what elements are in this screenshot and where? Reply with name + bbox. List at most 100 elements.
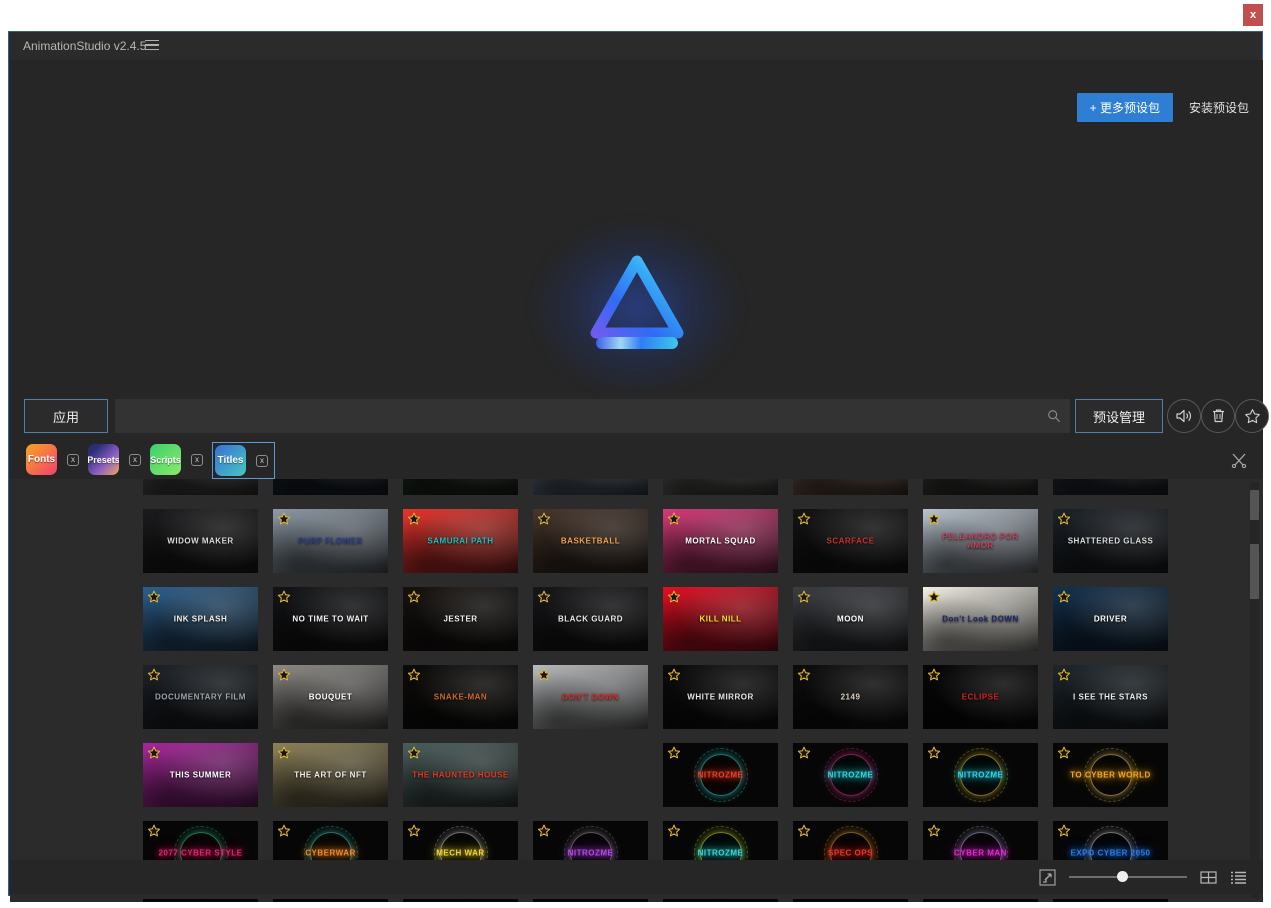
favorite-star-icon[interactable]: [797, 512, 811, 526]
preset-thumbnail[interactable]: PURP FLOWER: [273, 509, 388, 573]
tab-titles-thumb[interactable]: Titles: [215, 445, 246, 476]
preset-thumbnail[interactable]: [533, 743, 648, 807]
more-presets-button[interactable]: + 更多预设包: [1076, 93, 1173, 122]
tab-fonts[interactable]: Fonts x: [26, 444, 79, 475]
favorite-star-icon[interactable]: [927, 590, 941, 604]
close-button[interactable]: x: [1243, 4, 1263, 26]
preset-thumbnail[interactable]: NITROZME: [923, 743, 1038, 807]
preset-manager-button[interactable]: 预设管理: [1075, 399, 1163, 433]
favorite-star-icon[interactable]: [407, 668, 421, 682]
favorite-star-icon[interactable]: [407, 512, 421, 526]
favorite-star-icon[interactable]: [667, 746, 681, 760]
favorite-star-icon[interactable]: [147, 824, 161, 838]
tab-fonts-thumb[interactable]: Fonts: [26, 444, 57, 475]
preset-thumbnail[interactable]: DOCUMENTARY FILM: [143, 665, 258, 729]
grid-scrollbar-thumb-secondary[interactable]: [1250, 544, 1259, 599]
favorite-star-icon[interactable]: [1057, 512, 1071, 526]
favorite-star-icon[interactable]: [407, 824, 421, 838]
favorite-star-icon[interactable]: [537, 512, 551, 526]
preset-thumbnail[interactable]: SHATTERED GLASS: [1053, 509, 1168, 573]
sound-icon[interactable]: [1167, 399, 1201, 433]
preset-thumbnail[interactable]: WHITE MIRROR: [663, 665, 778, 729]
favorite-star-icon[interactable]: [797, 824, 811, 838]
preset-thumbnail[interactable]: DARK VENGEANCE: [533, 479, 648, 495]
preset-thumbnail[interactable]: [273, 479, 388, 495]
favorite-star-icon[interactable]: [277, 590, 291, 604]
preset-thumbnail[interactable]: LUNCH CRIME: [923, 479, 1038, 495]
hamburger-menu-icon[interactable]: [145, 38, 159, 52]
favorite-star-icon[interactable]: [667, 668, 681, 682]
tools-scissors-icon[interactable]: [1231, 452, 1247, 468]
preset-thumbnail[interactable]: THE HAUNTED HOUSE: [403, 743, 518, 807]
favorite-star-icon[interactable]: [277, 824, 291, 838]
favorite-star-icon[interactable]: [1057, 668, 1071, 682]
favorite-star-icon[interactable]: [537, 668, 551, 682]
preset-thumbnail[interactable]: NITROZME: [143, 899, 258, 902]
preset-thumbnail[interactable]: BASKETBALL: [533, 509, 648, 573]
favorite-star-icon[interactable]: [537, 824, 551, 838]
favorite-star-icon[interactable]: [1057, 590, 1071, 604]
favorite-star-icon[interactable]: [147, 746, 161, 760]
tab-scripts-thumb[interactable]: Scripts: [150, 444, 181, 475]
preset-thumbnail[interactable]: NITROS: [663, 899, 778, 902]
favorite-star-icon[interactable]: [407, 590, 421, 604]
grid-scrollbar-thumb[interactable]: [1250, 490, 1259, 520]
preset-thumbnail[interactable]: PELEANDRO POR AMOR: [923, 509, 1038, 573]
tab-scripts-close[interactable]: x: [191, 453, 203, 466]
tab-presets-close[interactable]: x: [129, 453, 141, 466]
search-input[interactable]: [115, 399, 1070, 433]
grid-scrollbar[interactable]: [1250, 482, 1259, 898]
favorite-star-icon[interactable]: [277, 746, 291, 760]
preset-thumbnail[interactable]: TO CYBER WORLD: [1053, 743, 1168, 807]
preset-thumbnail[interactable]: INK SPLASH: [143, 587, 258, 651]
preset-thumbnail[interactable]: THE ART OF NFT: [273, 743, 388, 807]
preset-thumbnail[interactable]: NITROZME: [663, 743, 778, 807]
preset-thumbnail[interactable]: CAVE: [793, 479, 908, 495]
favorite-star-icon[interactable]: [797, 668, 811, 682]
preset-thumbnail[interactable]: BOUQUET: [273, 665, 388, 729]
preset-thumbnail[interactable]: SCARFACE: [793, 509, 908, 573]
favorite-star-icon[interactable]: [147, 668, 161, 682]
preset-thumbnail[interactable]: WIDOW MAKER: [143, 509, 258, 573]
preset-thumbnail[interactable]: I SEE THE STARS: [1053, 665, 1168, 729]
preset-thumbnail[interactable]: KILL NILL: [663, 587, 778, 651]
favorite-star-icon[interactable]: [927, 512, 941, 526]
preset-thumbnail[interactable]: DRIVER: [1053, 587, 1168, 651]
preset-thumbnail[interactable]: MORTAL SQUAD: [663, 509, 778, 573]
favorite-star-icon[interactable]: [1057, 824, 1071, 838]
preset-thumbnail[interactable]: CAPTAIN MARCE: [1053, 479, 1168, 495]
preset-thumbnail[interactable]: DON'T DOWN: [533, 665, 648, 729]
favorite-star-icon[interactable]: [797, 746, 811, 760]
preset-thumbnail[interactable]: ECLIPSE: [923, 665, 1038, 729]
trash-icon[interactable]: [1201, 399, 1235, 433]
favorite-star-icon[interactable]: [277, 512, 291, 526]
preset-thumbnail[interactable]: SAMURAI PATH: [403, 509, 518, 573]
preset-thumbnail[interactable]: BLACK GUARD: [533, 587, 648, 651]
favorite-star-icon[interactable]: [927, 668, 941, 682]
preset-thumbnail[interactable]: [143, 479, 258, 495]
preset-thumbnail[interactable]: CYBER HUD: [273, 899, 388, 902]
tab-presets-thumb[interactable]: Presets: [88, 444, 119, 475]
zoom-slider-knob[interactable]: [1117, 871, 1129, 882]
preset-thumbnail[interactable]: NITROZME: [793, 743, 908, 807]
favorite-star-icon[interactable]: [667, 590, 681, 604]
preset-thumbnail[interactable]: NITROZME: [923, 899, 1038, 902]
preset-thumbnail[interactable]: JESTER: [403, 587, 518, 651]
star-icon[interactable]: [1235, 399, 1269, 433]
preset-thumbnail[interactable]: PROJECT 077: [1053, 899, 1168, 902]
preset-thumbnail[interactable]: THIS SUMMER: [143, 743, 258, 807]
tab-presets[interactable]: Presets x: [88, 444, 141, 475]
zoom-slider[interactable]: [1069, 870, 1187, 884]
favorite-star-icon[interactable]: [147, 590, 161, 604]
preset-thumbnail[interactable]: Don't Look DOWN: [923, 587, 1038, 651]
preset-thumbnail[interactable]: NTR CYBER: [533, 899, 648, 902]
preset-thumbnail[interactable]: NO TIME TO WAIT: [273, 587, 388, 651]
favorite-star-icon[interactable]: [927, 824, 941, 838]
favorite-star-icon[interactable]: [927, 746, 941, 760]
preset-thumbnail[interactable]: MEGA PACK: [403, 899, 518, 902]
tab-titles-close[interactable]: x: [256, 454, 268, 467]
favorite-star-icon[interactable]: [667, 824, 681, 838]
preset-thumbnail[interactable]: Marie: [403, 479, 518, 495]
tab-fonts-close[interactable]: x: [67, 453, 79, 466]
preset-thumbnail[interactable]: MOON: [793, 587, 908, 651]
